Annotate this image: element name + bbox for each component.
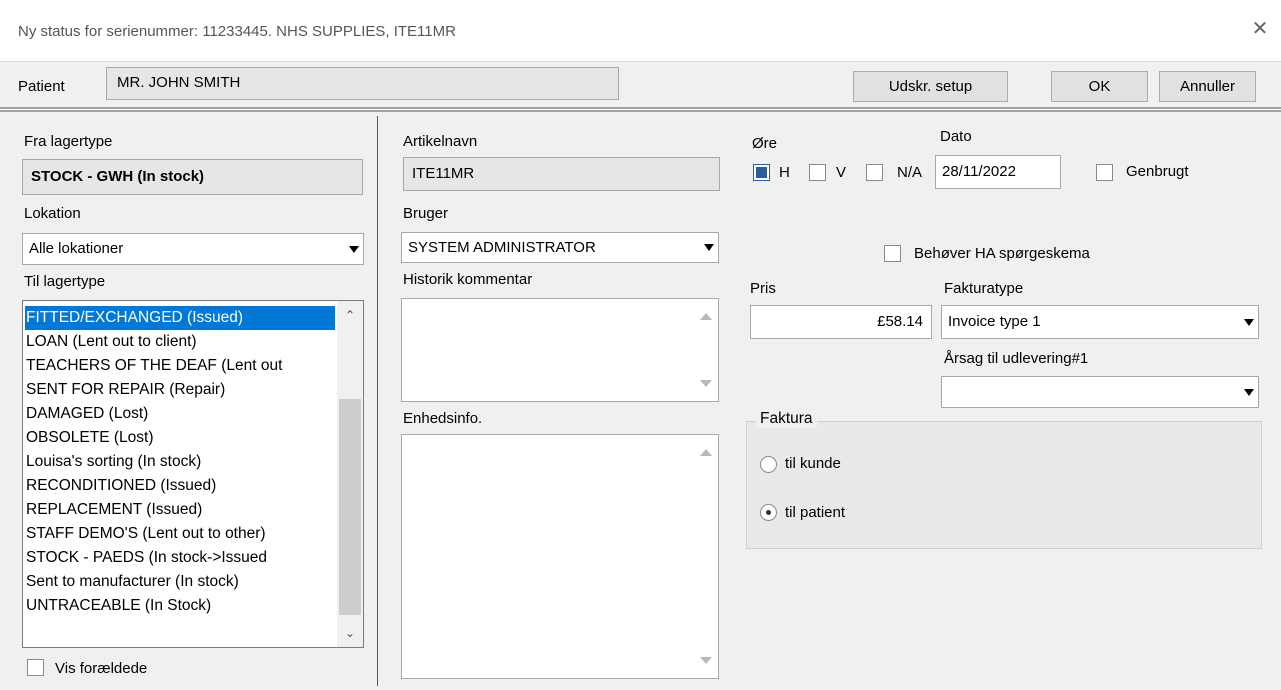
location-dropdown[interactable]: Alle lokationer [22, 233, 364, 265]
list-item[interactable]: Sent to manufacturer (In stock) [25, 570, 239, 594]
invoice-type-label: Fakturatype [944, 280, 1024, 297]
scrollbar-thumb[interactable] [339, 399, 361, 615]
ear-v-checkbox[interactable] [809, 164, 826, 181]
price-field[interactable]: £58.14 [750, 305, 932, 339]
invoice-to-customer-radio[interactable] [760, 456, 777, 473]
column-divider [377, 116, 378, 686]
scroll-down-icon[interactable]: ⌄ [337, 621, 363, 645]
ok-button[interactable]: OK [1051, 71, 1148, 102]
cancel-button[interactable]: Annuller [1159, 71, 1256, 102]
user-label: Bruger [403, 205, 449, 222]
print-setup-button[interactable]: Udskr. setup [853, 71, 1008, 102]
to-stock-label: Til lagertype [24, 273, 106, 290]
location-label: Lokation [24, 205, 81, 222]
show-obsolete-label: Vis forældede [55, 660, 148, 677]
from-stock-field: STOCK - GWH (In stock) [22, 159, 363, 195]
date-field[interactable]: 28/11/2022 [935, 155, 1061, 189]
list-item[interactable]: DAMAGED (Lost) [25, 402, 148, 426]
price-label: Pris [750, 280, 776, 297]
invoice-type-value: Invoice type 1 [948, 313, 1041, 330]
reason-dropdown[interactable] [941, 376, 1259, 408]
header-separator [0, 107, 1281, 112]
list-item[interactable]: REPLACEMENT (Issued) [25, 498, 202, 522]
chevron-down-icon [1244, 319, 1254, 326]
scroll-up-icon[interactable] [700, 449, 712, 456]
recycled-label: Genbrugt [1126, 163, 1189, 180]
chevron-down-icon [349, 246, 359, 253]
user-dropdown[interactable]: SYSTEM ADMINISTRATOR [401, 232, 719, 263]
reason-label: Årsag til udlevering#1 [944, 350, 1089, 367]
unit-info-label: Enhedsinfo. [403, 410, 483, 427]
listbox-scrollbar[interactable]: ⌃ ⌄ [337, 301, 363, 647]
chevron-down-icon [704, 244, 714, 251]
ear-v-label: V [836, 164, 847, 181]
ear-h-checkbox[interactable] [753, 164, 770, 181]
scroll-up-icon[interactable] [700, 313, 712, 320]
from-stock-label: Fra lagertype [24, 133, 113, 150]
list-item[interactable]: TEACHERS OF THE DEAF (Lent out [25, 354, 282, 378]
location-value: Alle lokationer [29, 240, 124, 257]
list-item[interactable]: LOAN (Lent out to client) [25, 330, 197, 354]
chevron-down-icon [1244, 389, 1254, 396]
history-comment-label: Historik kommentar [403, 271, 533, 288]
article-field: ITE11MR [403, 157, 720, 191]
ear-na-checkbox[interactable] [866, 164, 883, 181]
close-icon[interactable]: ✕ [1248, 17, 1272, 41]
list-item[interactable]: FITTED/EXCHANGED (Issued) [25, 306, 335, 330]
invoice-type-dropdown[interactable]: Invoice type 1 [941, 305, 1259, 339]
unit-info-textarea[interactable] [401, 434, 719, 679]
recycled-checkbox[interactable] [1096, 164, 1113, 181]
invoice-group-label: Faktura [756, 410, 817, 428]
list-item[interactable]: UNTRACEABLE (In Stock) [25, 594, 211, 618]
list-item[interactable]: Louisa's sorting (In stock) [25, 450, 201, 474]
ear-h-label: H [779, 164, 790, 181]
patient-label: Patient [18, 78, 65, 95]
list-item[interactable]: STOCK - PAEDS (In stock->Issued [25, 546, 267, 570]
scroll-down-icon[interactable] [700, 380, 712, 387]
needs-ha-label: Behøver HA spørgeskema [914, 245, 1090, 262]
show-obsolete-checkbox[interactable] [27, 659, 44, 676]
date-label: Dato [940, 128, 972, 145]
invoice-groupbox [746, 421, 1262, 549]
user-value: SYSTEM ADMINISTRATOR [408, 239, 596, 256]
to-stock-listbox[interactable]: FITTED/EXCHANGED (Issued) LOAN (Lent out… [22, 300, 364, 648]
window-title: Ny status for serienummer: 11233445. NHS… [18, 23, 456, 40]
needs-ha-checkbox[interactable] [884, 245, 901, 262]
invoice-to-patient-radio[interactable] [760, 504, 777, 521]
list-item[interactable]: STAFF DEMO'S (Lent out to other) [25, 522, 266, 546]
patient-field: MR. JOHN SMITH [106, 67, 619, 100]
ear-na-label: N/A [897, 164, 923, 181]
invoice-to-customer-label: til kunde [785, 455, 841, 472]
invoice-to-patient-label: til patient [785, 504, 846, 521]
article-label: Artikelnavn [403, 133, 478, 150]
list-item[interactable]: OBSOLETE (Lost) [25, 426, 153, 450]
list-item[interactable]: RECONDITIONED (Issued) [25, 474, 216, 498]
scroll-down-icon[interactable] [700, 657, 712, 664]
list-item[interactable]: SENT FOR REPAIR (Repair) [25, 378, 225, 402]
history-comment-textarea[interactable] [401, 298, 719, 402]
ear-label: Øre [752, 135, 778, 152]
scroll-up-icon[interactable]: ⌃ [337, 303, 363, 327]
